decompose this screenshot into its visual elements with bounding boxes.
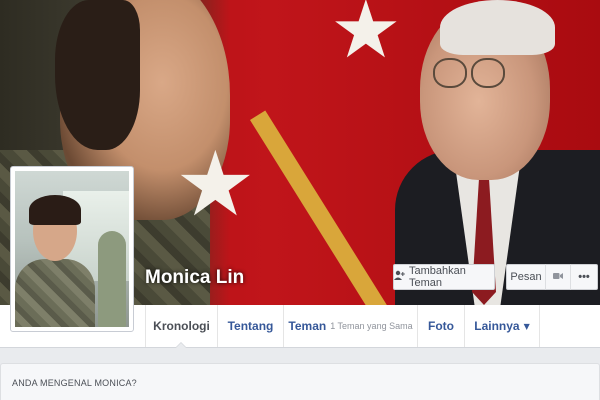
tab-more[interactable]: Lainnya ▼ [465,305,540,347]
profile-name[interactable]: Monica Lin [145,267,244,289]
tab-timeline-label: Kronologi [153,319,210,333]
profile-picture-hair [29,195,81,225]
tab-friends-label: Teman [288,319,327,333]
profile-picture-uniform [15,259,95,327]
mutual-friends-count: 1 Teman yang Sama [330,321,413,331]
video-call-button[interactable] [545,264,571,290]
tab-friends[interactable]: Teman 1 Teman yang Sama [284,305,418,347]
cover-photo-soldier-hair [55,0,140,150]
person-plus-icon [394,270,405,284]
cover-photo-flag-star: ★ [330,0,402,76]
know-person-panel: ANDA MENGENAL MONICA? [0,363,600,400]
tab-about-label: Tentang [227,319,274,333]
know-person-title: ANDA MENGENAL MONICA? [12,378,137,388]
more-icon: ••• [578,271,590,283]
add-friend-button[interactable]: Tambahkan Teman [393,264,495,290]
cover-photo-man-hair [440,0,555,55]
video-camera-icon [553,271,563,283]
caret-down-icon: ▼ [523,321,530,331]
cover-photo-man-glasses [425,58,505,98]
message-label: Pesan [510,271,542,283]
message-button[interactable]: Pesan [506,264,546,290]
profile-picture-image [15,171,129,327]
active-tab-indicator-inner [176,343,186,348]
tab-photos[interactable]: Foto [418,305,465,347]
profile-picture-background-person [98,231,126,327]
more-options-button[interactable]: ••• [570,264,598,290]
profile-picture[interactable] [10,166,134,332]
cover-photo-flag-star: ★ [175,132,256,237]
tab-about[interactable]: Tentang [218,305,284,347]
add-friend-label: Tambahkan Teman [409,265,466,289]
tab-timeline[interactable]: Kronologi [145,305,218,347]
cover-photo-flag-fringe [250,110,404,305]
tab-more-label: Lainnya [474,319,520,333]
tab-photos-label: Foto [428,319,454,333]
